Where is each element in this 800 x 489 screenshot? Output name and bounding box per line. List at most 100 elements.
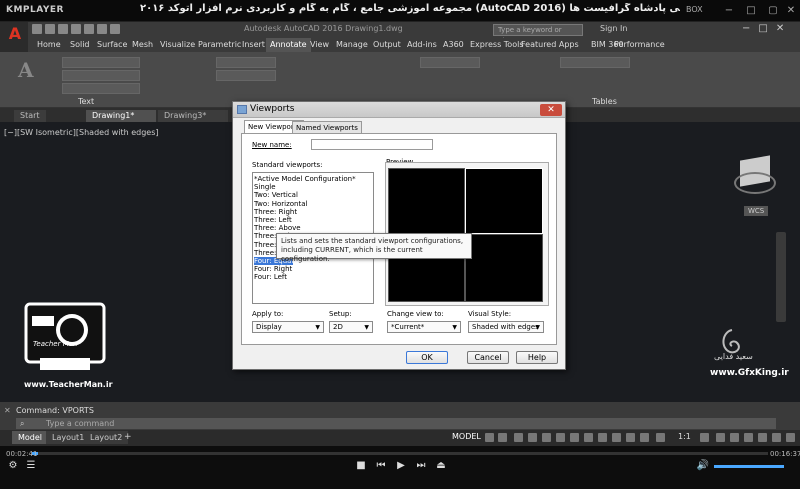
print-icon[interactable] bbox=[84, 24, 94, 34]
viewport-controls[interactable]: [−][SW Isometric][Shaded with edges] bbox=[4, 128, 159, 137]
previous-icon[interactable]: ⏮ bbox=[374, 460, 388, 472]
search-input[interactable]: Type a keyword or phrase bbox=[493, 24, 583, 45]
viewport-list-item[interactable]: Three: Left bbox=[254, 216, 292, 224]
ribbon-tab[interactable]: Surface bbox=[93, 38, 131, 52]
save-as-icon[interactable] bbox=[71, 24, 81, 34]
restore-icon[interactable]: □ bbox=[744, 4, 758, 18]
doc-tab-start[interactable]: Start bbox=[14, 110, 46, 122]
annotation-visibility-icon[interactable] bbox=[656, 433, 665, 442]
maximize-icon[interactable]: ▢ bbox=[766, 4, 780, 18]
clean-screen-icon[interactable] bbox=[772, 433, 781, 442]
change-view-select[interactable]: *Current* ▼ bbox=[387, 321, 461, 333]
autocad-logo-icon[interactable]: A bbox=[5, 24, 25, 43]
viewport-list-item[interactable]: Three: Right bbox=[254, 208, 297, 216]
close-icon[interactable]: ✕ bbox=[784, 4, 798, 18]
minimize-icon[interactable]: − bbox=[722, 4, 736, 18]
dimension-style-field[interactable] bbox=[216, 57, 276, 68]
ribbon-tab[interactable]: Solid bbox=[66, 38, 94, 52]
ribbon-tab[interactable]: Add-ins bbox=[403, 38, 441, 52]
viewport-list-item[interactable]: *Active Model Configuration* bbox=[254, 175, 356, 183]
lineweight-icon[interactable] bbox=[570, 433, 579, 442]
visual-style-select[interactable]: Shaded with edges ▼ bbox=[468, 321, 544, 333]
viewport-list-item[interactable]: Four: Left bbox=[254, 273, 287, 281]
ok-button[interactable]: OK bbox=[406, 351, 448, 364]
ribbon-tab[interactable]: Home bbox=[33, 38, 65, 52]
playlist-icon[interactable]: ☰ bbox=[24, 460, 38, 472]
apply-to-select[interactable]: Display ▼ bbox=[252, 321, 324, 333]
volume-slider[interactable] bbox=[714, 465, 784, 468]
ribbon-tab[interactable]: Performance bbox=[610, 38, 669, 52]
text-style-field-2[interactable] bbox=[62, 70, 140, 81]
compass-ring[interactable] bbox=[734, 172, 776, 194]
annotation-monitor-icon[interactable] bbox=[716, 433, 725, 442]
dialog-close-button[interactable]: ✕ bbox=[540, 104, 562, 116]
player-box-button[interactable]: BOX bbox=[686, 5, 703, 14]
sign-in-button[interactable]: Sign In bbox=[600, 24, 627, 33]
ribbon-tab[interactable]: Visualize bbox=[156, 38, 199, 52]
new-name-input[interactable] bbox=[311, 139, 433, 150]
leader-style-field[interactable] bbox=[420, 57, 480, 68]
command-search-icon[interactable]: ⌕ bbox=[20, 419, 24, 429]
command-input[interactable]: Type a command bbox=[16, 418, 776, 429]
snap-icon[interactable] bbox=[498, 433, 507, 442]
settings-icon[interactable]: ⚙ bbox=[6, 460, 20, 472]
grid-icon[interactable] bbox=[485, 433, 494, 442]
gizmo-icon[interactable] bbox=[640, 433, 649, 442]
ucs-icon[interactable] bbox=[626, 433, 635, 442]
doc-tab-drawing3[interactable]: Drawing3* bbox=[158, 110, 228, 122]
save-icon[interactable] bbox=[58, 24, 68, 34]
text-style-field[interactable] bbox=[62, 57, 140, 68]
3d-osnap-icon[interactable] bbox=[612, 433, 621, 442]
viewport-list-item[interactable]: Two: Vertical bbox=[254, 191, 298, 199]
otrack-icon[interactable] bbox=[556, 433, 565, 442]
next-icon[interactable]: ⏭ bbox=[414, 460, 428, 472]
units-icon[interactable] bbox=[730, 433, 739, 442]
ribbon-tab[interactable]: Mesh bbox=[128, 38, 157, 52]
annotation-scale[interactable]: 1:1 bbox=[678, 432, 691, 441]
eject-icon[interactable]: ⏏ bbox=[434, 460, 448, 472]
text-icon[interactable]: A bbox=[18, 58, 34, 82]
new-icon[interactable] bbox=[32, 24, 42, 34]
seek-bar[interactable] bbox=[32, 452, 768, 455]
ribbon-tab[interactable]: A360 bbox=[439, 38, 468, 52]
viewport-list-item[interactable]: Two: Horizontal bbox=[254, 200, 307, 208]
ribbon-tab[interactable]: Annotate bbox=[266, 38, 311, 52]
tab-named-viewports[interactable]: Named Viewports bbox=[292, 121, 362, 133]
osnap-icon[interactable] bbox=[542, 433, 551, 442]
setup-select[interactable]: 2D ▼ bbox=[329, 321, 373, 333]
viewport-list-item[interactable]: Four: Right bbox=[254, 265, 292, 273]
polar-icon[interactable] bbox=[528, 433, 537, 442]
hardware-acceleration-icon[interactable] bbox=[758, 433, 767, 442]
selection-cycling-icon[interactable] bbox=[598, 433, 607, 442]
table-style-field[interactable] bbox=[560, 57, 630, 68]
undo-icon[interactable] bbox=[97, 24, 107, 34]
volume-icon[interactable]: 🔊 bbox=[696, 460, 710, 472]
help-button[interactable]: Help bbox=[516, 351, 558, 364]
transparency-icon[interactable] bbox=[584, 433, 593, 442]
workspace-icon[interactable] bbox=[700, 433, 709, 442]
tab-model[interactable]: Model bbox=[12, 431, 49, 444]
ribbon-tab[interactable]: View bbox=[306, 38, 333, 52]
stop-icon[interactable]: ■ bbox=[354, 460, 368, 472]
model-space-button[interactable]: MODEL bbox=[452, 432, 481, 441]
doc-tab-drawing1[interactable]: Drawing1* bbox=[86, 110, 156, 122]
add-layout-icon[interactable]: + bbox=[124, 432, 132, 442]
viewport-list-item[interactable]: Three: Above bbox=[254, 224, 301, 232]
ribbon-tab[interactable]: Insert bbox=[238, 38, 269, 52]
ribbon-tab[interactable]: Manage bbox=[332, 38, 372, 52]
wcs-menu[interactable]: WCS bbox=[744, 206, 769, 216]
cancel-button[interactable]: Cancel bbox=[467, 351, 509, 364]
ortho-icon[interactable] bbox=[514, 433, 523, 442]
ribbon-tab[interactable]: Featured Apps bbox=[517, 38, 583, 52]
navigation-bar[interactable] bbox=[776, 232, 786, 322]
isolate-icon[interactable] bbox=[744, 433, 753, 442]
open-icon[interactable] bbox=[45, 24, 55, 34]
viewport-list-item[interactable]: Single bbox=[254, 183, 276, 191]
customization-icon[interactable] bbox=[786, 433, 795, 442]
ribbon-tab[interactable]: Output bbox=[369, 38, 405, 52]
text-height-field[interactable] bbox=[62, 83, 140, 94]
play-icon[interactable]: ▶ bbox=[394, 460, 408, 472]
command-close-icon[interactable]: ✕ bbox=[4, 406, 11, 415]
window-controls[interactable]: −□✕ bbox=[742, 23, 792, 34]
redo-icon[interactable] bbox=[110, 24, 120, 34]
